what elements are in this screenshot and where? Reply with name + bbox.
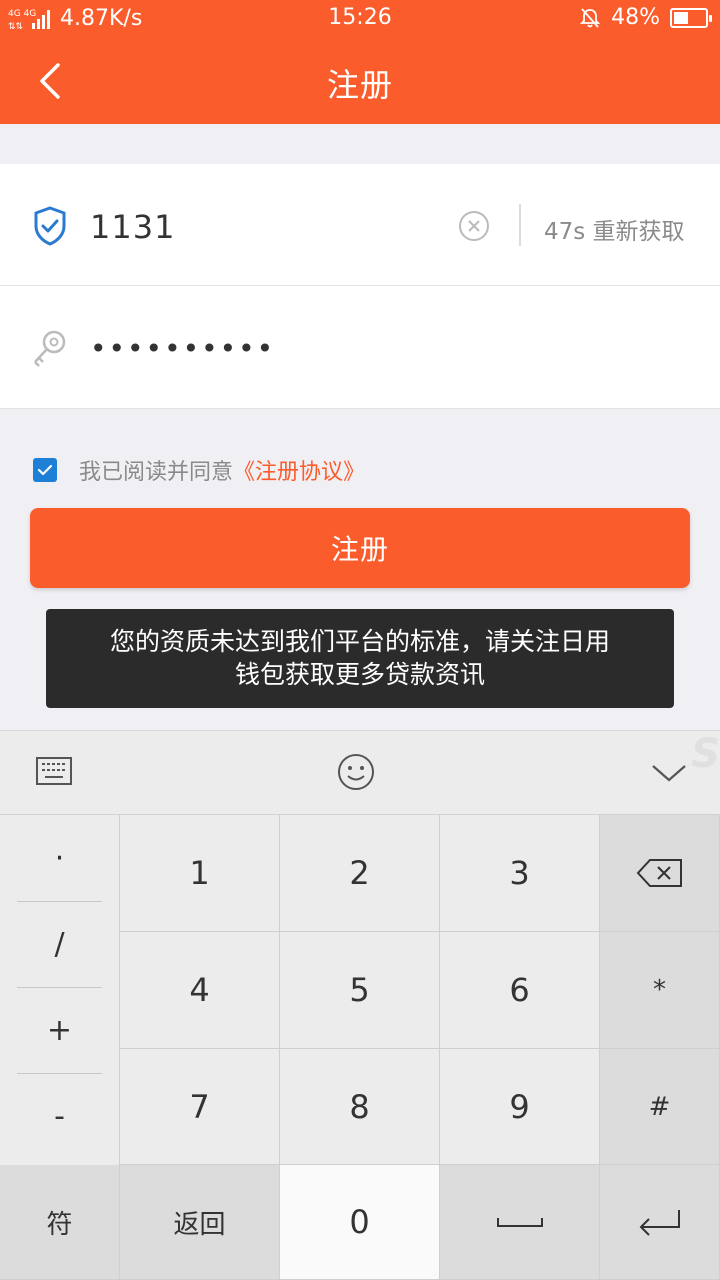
chevron-down-icon[interactable]: [648, 751, 692, 795]
key-1[interactable]: 1: [120, 815, 280, 932]
key-star[interactable]: *: [600, 932, 720, 1049]
clear-icon[interactable]: [458, 210, 490, 242]
agreement-link[interactable]: 《注册协议》: [233, 454, 365, 486]
check-icon: [37, 464, 53, 476]
space-key[interactable]: [440, 1165, 600, 1280]
agreement-text: 我已阅读并同意: [79, 460, 234, 485]
toast-message: 您的资质未达到我们平台的标准，请关注日用 钱包获取更多贷款资讯: [46, 609, 674, 708]
agreement-checkbox[interactable]: [33, 458, 57, 482]
register-form: 1131 47s 重新获取 ••••••••••: [0, 164, 720, 409]
keyboard-brand-watermark: S: [691, 731, 720, 777]
agreement-row: 我已阅读并同意 《注册协议》: [33, 454, 365, 486]
divider: [519, 204, 521, 246]
enter-icon: [639, 1210, 680, 1236]
password-input[interactable]: ••••••••••: [90, 332, 275, 365]
key-6[interactable]: 6: [440, 932, 600, 1049]
password-row: ••••••••••: [0, 286, 720, 409]
key-8[interactable]: 8: [280, 1049, 440, 1165]
key-3[interactable]: 3: [440, 815, 600, 932]
symbols-key[interactable]: 符: [0, 1165, 120, 1280]
delete-key[interactable]: [600, 815, 720, 932]
resend-code-button[interactable]: 47s 重新获取: [544, 212, 685, 246]
register-button[interactable]: 注册: [30, 508, 690, 588]
code-row: 1131 47s 重新获取: [0, 164, 720, 286]
keyboard-toolbar: S: [0, 730, 720, 815]
status-bar: 4G 4G ⇅⇅ 4.87K/s 15:26 48%: [0, 0, 720, 38]
battery-percent: 48%: [611, 5, 660, 30]
key-minus[interactable]: -: [0, 1073, 119, 1159]
battery-fill: [674, 11, 689, 24]
toast-line-1: 您的资质未达到我们平台的标准，请关注日用: [109, 627, 610, 656]
key-4[interactable]: 4: [120, 932, 280, 1049]
nav-bar: 注册: [0, 38, 720, 124]
key-9[interactable]: 9: [440, 1049, 600, 1165]
key-slash[interactable]: /: [0, 901, 119, 987]
symbol-column: · / + -: [0, 815, 120, 1165]
key-dot[interactable]: ·: [0, 815, 119, 901]
emoji-icon[interactable]: [336, 751, 380, 795]
status-right: 48%: [579, 5, 712, 30]
bell-muted-icon: [579, 7, 601, 28]
toast-line-2: 钱包获取更多贷款资讯: [234, 660, 485, 689]
key-5[interactable]: 5: [280, 932, 440, 1049]
key-plus[interactable]: +: [0, 987, 119, 1073]
shield-check-icon: [34, 206, 66, 246]
key-0[interactable]: 0: [280, 1165, 440, 1280]
key-2[interactable]: 2: [280, 815, 440, 932]
page-title: 注册: [326, 66, 393, 104]
key-7[interactable]: 7: [120, 1049, 280, 1165]
backspace-icon: [636, 859, 682, 887]
enter-key[interactable]: [600, 1165, 720, 1280]
numeric-keyboard: · / + - 1 2 3 4 5 6 * 7 8 9 # 符 返回 0: [0, 815, 720, 1280]
battery-icon: [670, 7, 712, 28]
verification-code-input[interactable]: 1131: [90, 208, 175, 246]
key-hash[interactable]: #: [600, 1049, 720, 1165]
space-icon: [496, 1218, 543, 1227]
keyboard-icon[interactable]: [34, 751, 78, 795]
return-key[interactable]: 返回: [120, 1165, 280, 1280]
key-icon: [34, 330, 66, 367]
